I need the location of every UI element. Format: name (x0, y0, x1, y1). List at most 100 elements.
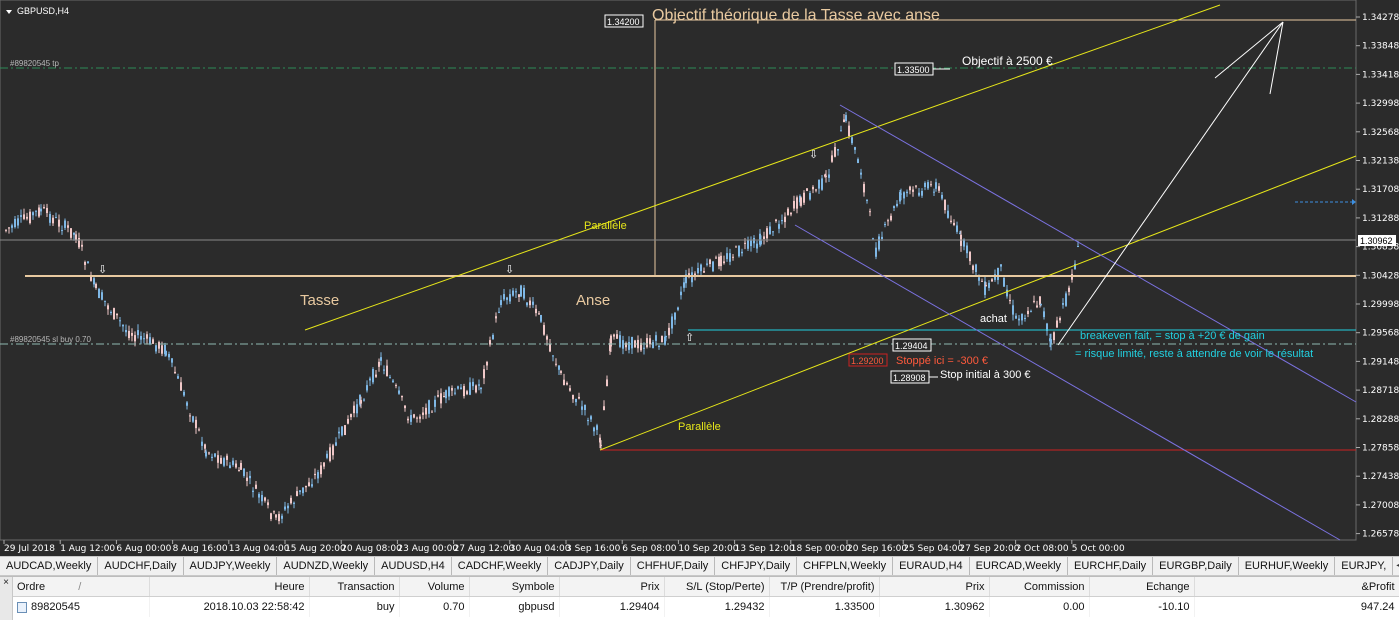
column-header-stop-loss[interactable]: S/L (Stop/Perte) (664, 577, 770, 597)
column-header-price[interactable]: Prix (559, 577, 665, 597)
symbol-tab[interactable]: EURAUD,H4 (893, 557, 970, 575)
candle-body (956, 225, 958, 232)
candle-body (843, 119, 845, 123)
time-tick-label: 8 Aug 16:00 (173, 544, 228, 554)
stopped-price-text: 1.29200 (851, 356, 884, 366)
candle-body (498, 311, 500, 313)
candle-body (1053, 332, 1055, 341)
candle-body (308, 482, 310, 487)
channel-lower-line[interactable] (599, 155, 1357, 451)
candle-body (416, 417, 418, 419)
dropdown-triangle-icon[interactable] (6, 10, 12, 14)
candle-body (95, 283, 97, 288)
column-header-time[interactable]: Heure (149, 577, 310, 597)
candle-body (857, 159, 859, 163)
channel-upper-line[interactable] (304, 4, 1221, 331)
candle-body (8, 227, 10, 229)
time-tick-label: 10 Sep 20:00 (678, 544, 738, 554)
candle-body (84, 261, 86, 265)
candle-body (900, 193, 902, 195)
column-header-take-profit[interactable]: T/P (Prendre/profit) (769, 577, 880, 597)
fractal-up-icon: ⇩ (98, 264, 107, 276)
symbol-tab[interactable]: EURCHF,Daily (1068, 557, 1154, 575)
symbol-tab[interactable]: EURJPY, (1335, 557, 1394, 575)
candle-body (480, 387, 482, 390)
symbol-tab[interactable]: AUDCHF,Daily (98, 557, 184, 575)
candle-body (489, 340, 491, 345)
symbol-tab[interactable]: CHFHUF,Daily (631, 557, 716, 575)
candle-body (912, 189, 914, 192)
candle-body (275, 514, 277, 518)
close-icon[interactable]: × (0, 577, 13, 620)
candle-body (1043, 311, 1045, 318)
symbol-tab[interactable]: CADCHF,Weekly (452, 557, 549, 575)
down-channel-lower[interactable] (794, 224, 1341, 541)
candle-body (655, 335, 657, 341)
candle-body (264, 497, 266, 501)
column-header-volume[interactable]: Volume (399, 577, 470, 597)
cup-label: Tasse (300, 292, 339, 309)
symbol-tab[interactable]: EURHUF,Weekly (1239, 557, 1336, 575)
column-header-order[interactable]: Ordre / (13, 577, 150, 597)
candle-body (631, 336, 633, 349)
candle-body (781, 220, 783, 222)
candle-body (1065, 293, 1067, 306)
symbol-tab[interactable]: CADJPY,Daily (548, 557, 631, 575)
candle-body (991, 279, 993, 282)
handle-label: Anse (576, 292, 610, 309)
candle-body (49, 213, 51, 223)
candle-body (712, 261, 714, 272)
candle-body (680, 291, 682, 296)
symbol-tab[interactable]: CHFPLN,Weekly (797, 557, 894, 575)
symbol-tab[interactable]: EURGBP,Daily (1153, 557, 1239, 575)
candle-body (314, 473, 316, 476)
candle-body (529, 300, 531, 306)
candle-body (226, 455, 228, 460)
candle-body (927, 182, 929, 189)
time-tick-label: 6 Sep 08:00 (622, 544, 677, 554)
candle-body (238, 470, 240, 472)
column-header-current-price[interactable]: Prix (879, 577, 990, 597)
candle-body (323, 462, 325, 467)
candle-body (652, 342, 654, 349)
candle-body (863, 184, 865, 193)
candle-body (520, 285, 522, 297)
column-header-symbol[interactable]: Symbole (469, 577, 560, 597)
symbol-tab[interactable]: AUDUSD,H4 (375, 557, 452, 575)
candle-body (347, 418, 349, 424)
column-header-commission[interactable]: Commission (989, 577, 1090, 597)
candle-body (581, 406, 583, 410)
candle-body (697, 268, 699, 274)
candle-body (17, 218, 19, 226)
column-header-swap[interactable]: Echange (1089, 577, 1195, 597)
candle-body (720, 255, 722, 267)
candle-body (434, 399, 436, 407)
tab-scroll-arrows-icon[interactable]: ◂ ▸ (1393, 557, 1399, 575)
chart-window[interactable]: ⇩ ⇩ ⇩ ⇧ GBPUSD,H4 #89820545 tp #89820545… (0, 0, 1399, 556)
candle-body (803, 192, 805, 203)
column-header-profit[interactable]: &Profit (1194, 577, 1399, 597)
symbol-tab[interactable]: AUDNZD,Weekly (277, 557, 376, 575)
candle-body (329, 447, 331, 461)
candle-body (372, 369, 374, 383)
candle-body (198, 429, 200, 431)
candle-body (152, 339, 154, 344)
time-tick-label: 20 Aug 08:00 (341, 544, 402, 554)
table-row[interactable]: 89820545 2018.10.03 22:58:42 buy 0.70 gb… (13, 596, 1399, 617)
symbol-tab[interactable]: AUDJPY,Weekly (184, 557, 278, 575)
candle-body (790, 212, 792, 215)
symbol-tab[interactable]: EURCAD,Weekly (970, 557, 1069, 575)
candle-body (70, 228, 72, 238)
price-chart[interactable]: ⇩ ⇩ ⇩ ⇧ GBPUSD,H4 #89820545 tp #89820545… (0, 0, 1399, 556)
candle-body (756, 243, 758, 249)
order-document-icon (17, 601, 27, 613)
symbol-tab[interactable]: AUDCAD,Weekly (0, 557, 99, 575)
candle-body (878, 236, 880, 250)
candle-body (448, 387, 450, 397)
symbol-tab[interactable]: CHFJPY,Daily (715, 557, 798, 575)
column-header-transaction[interactable]: Transaction (309, 577, 400, 597)
candle-body (854, 147, 856, 150)
candle-body (909, 186, 911, 191)
candle-body (386, 365, 388, 377)
price-cell: 1.29404 (559, 596, 665, 617)
